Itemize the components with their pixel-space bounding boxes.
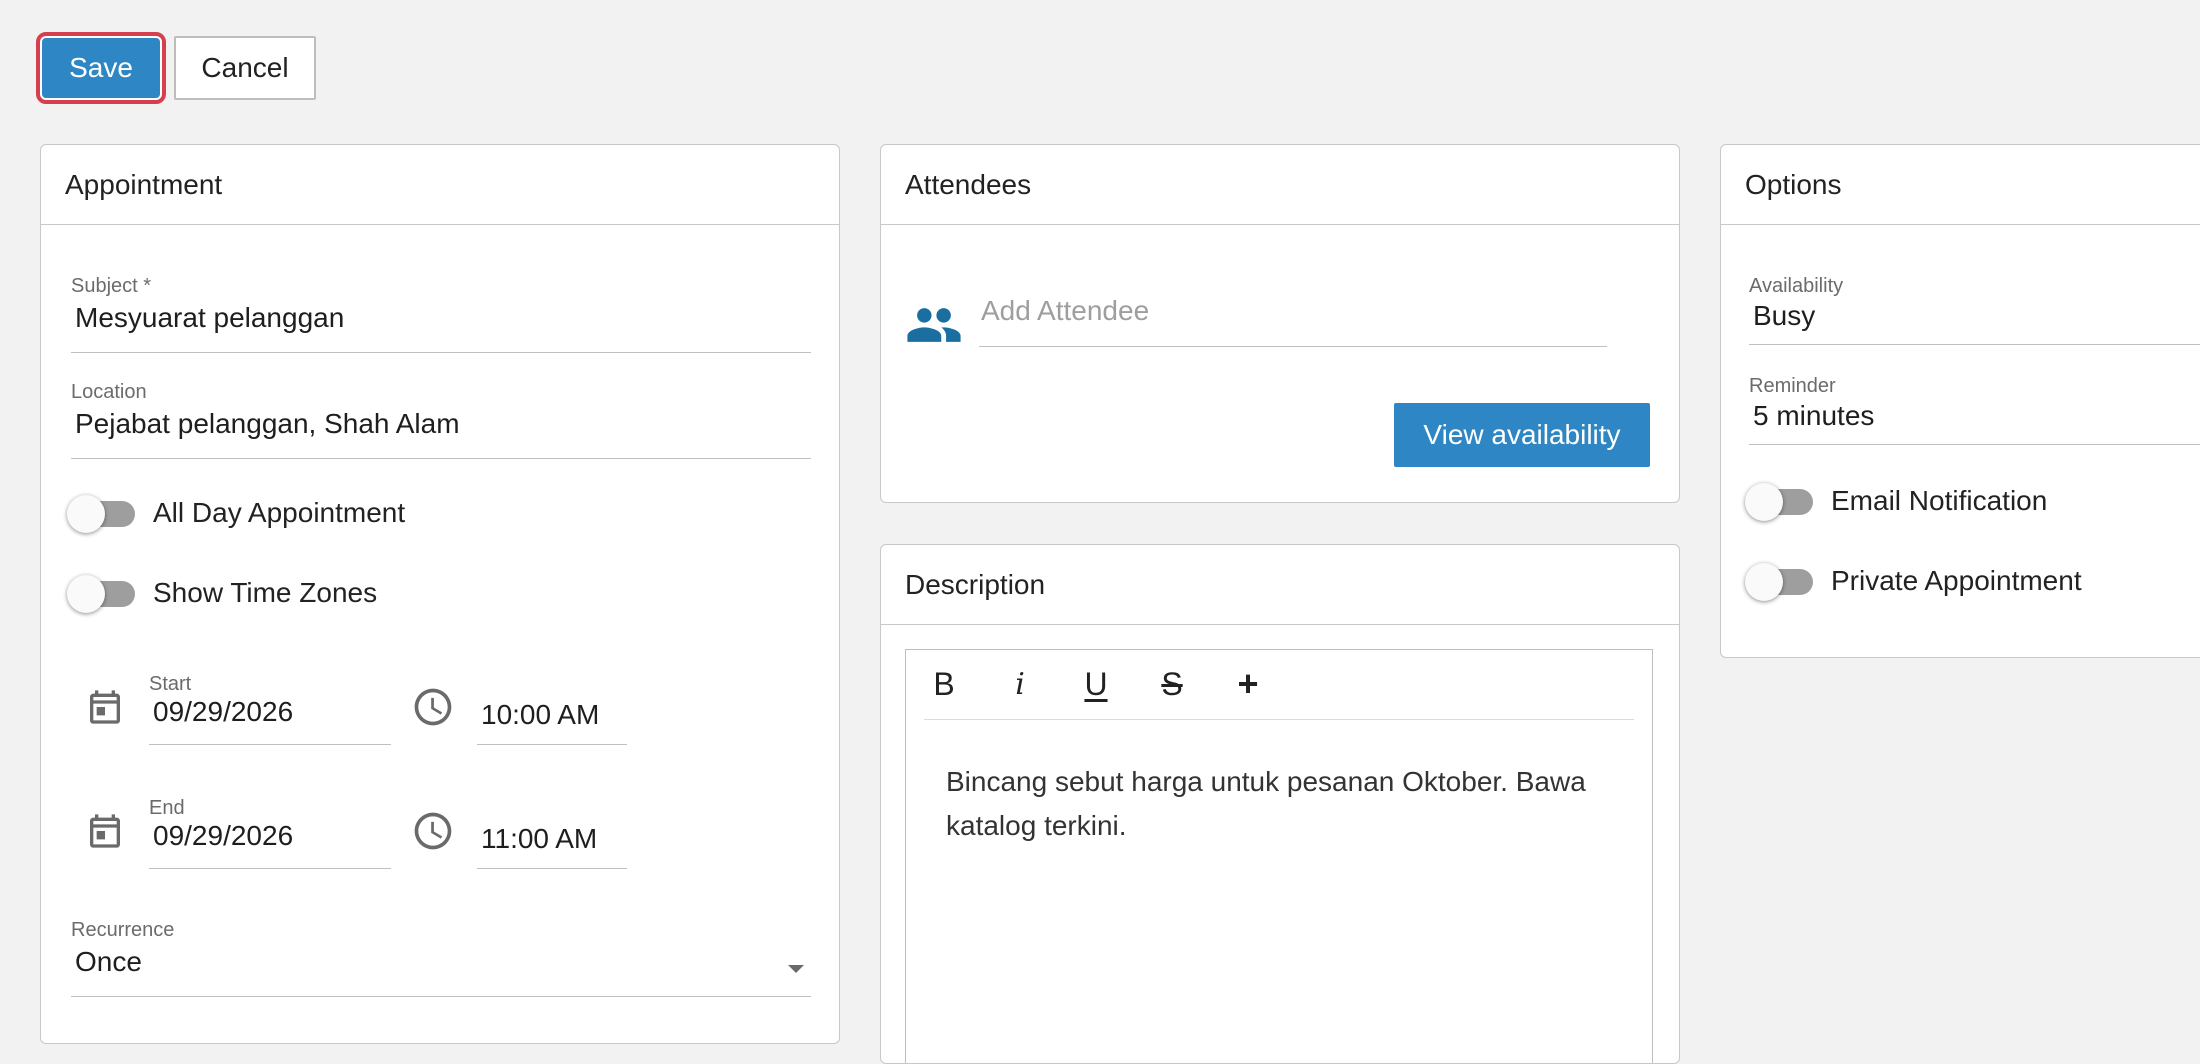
- email-notification-label: Email Notification: [1831, 485, 2048, 516]
- recurrence-select[interactable]: Recurrence Once: [71, 919, 811, 997]
- all-day-toggle[interactable]: [67, 495, 135, 533]
- strikethrough-button[interactable]: S: [1152, 664, 1192, 704]
- description-panel-title: Description: [881, 545, 1679, 625]
- email-notification-toggle[interactable]: [1745, 483, 1813, 521]
- location-label: Location: [71, 381, 147, 403]
- add-attendee-input[interactable]: Add Attendee: [979, 295, 1607, 327]
- private-appointment-toggle[interactable]: [1745, 563, 1813, 601]
- description-text[interactable]: Bincang sebut harga untuk pesanan Oktobe…: [946, 760, 1626, 848]
- private-appointment-toggle-row: Private Appointment: [1745, 563, 2082, 601]
- subject-label: Subject *: [71, 275, 152, 297]
- start-time-field[interactable]: 10:00 AM: [477, 673, 627, 745]
- italic-button[interactable]: i: [1000, 664, 1040, 704]
- availability-label: Availability: [1749, 275, 1844, 297]
- italic-icon: i: [1015, 666, 1025, 702]
- underline-button[interactable]: U: [1076, 664, 1116, 704]
- editor-toolbar: B i U S +: [924, 650, 1634, 720]
- bold-icon: B: [933, 665, 955, 702]
- end-label: End: [149, 797, 185, 819]
- strikethrough-icon: S: [1161, 665, 1183, 702]
- start-time-input[interactable]: 10:00 AM: [477, 699, 627, 731]
- subject-field[interactable]: Subject * Mesyuarat pelanggan: [71, 275, 811, 353]
- rich-text-editor[interactable]: B i U S + Bincang sebut harga untuk pesa…: [905, 649, 1653, 1063]
- bold-button[interactable]: B: [924, 664, 964, 704]
- recurrence-value: Once: [75, 946, 142, 977]
- description-panel: Description B i U S + Bincang sebut harg…: [880, 544, 1680, 1064]
- reminder-value: 5 minutes: [1753, 400, 1875, 431]
- subject-input[interactable]: Mesyuarat pelanggan: [71, 302, 811, 334]
- plus-icon: +: [1237, 663, 1259, 704]
- start-label: Start: [149, 673, 192, 695]
- appointment-panel: Appointment Subject * Mesyuarat pelangga…: [40, 144, 840, 1044]
- end-date-input[interactable]: 09/29/2026: [149, 820, 391, 852]
- cancel-button[interactable]: Cancel: [174, 36, 316, 100]
- more-options-button[interactable]: +: [1228, 663, 1268, 704]
- all-day-toggle-row: All Day Appointment: [67, 495, 406, 533]
- form-toolbar: Save Cancel: [36, 32, 316, 104]
- all-day-label: All Day Appointment: [153, 497, 406, 528]
- reminder-label: Reminder: [1749, 375, 1836, 397]
- start-date-input[interactable]: 09/29/2026: [149, 696, 391, 728]
- options-panel-title: Options: [1721, 145, 2200, 225]
- availability-value: Busy: [1753, 300, 1816, 331]
- options-panel: Options Availability Busy Reminder 5 min…: [1720, 144, 2200, 658]
- availability-select[interactable]: Availability Busy: [1749, 275, 2200, 345]
- attendees-panel-title: Attendees: [881, 145, 1679, 225]
- underline-icon: U: [1084, 665, 1108, 702]
- email-notification-toggle-row: Email Notification: [1745, 483, 2048, 521]
- calendar-icon[interactable]: [85, 809, 125, 853]
- time-zones-toggle-row: Show Time Zones: [67, 575, 378, 613]
- appointment-panel-title: Appointment: [41, 145, 839, 225]
- reminder-select[interactable]: Reminder 5 minutes: [1749, 375, 2200, 445]
- time-zones-label: Show Time Zones: [153, 577, 378, 608]
- recurrence-label: Recurrence: [71, 919, 175, 941]
- location-input[interactable]: Pejabat pelanggan, Shah Alam: [71, 408, 811, 440]
- attendees-panel: Attendees Add Attendee View availability: [880, 144, 1680, 503]
- end-time-input[interactable]: 11:00 AM: [477, 823, 627, 855]
- private-appointment-label: Private Appointment: [1831, 565, 2082, 596]
- view-availability-button[interactable]: View availability: [1394, 403, 1650, 467]
- add-attendee-field[interactable]: Add Attendee: [979, 295, 1607, 347]
- end-date-field[interactable]: End 09/29/2026: [149, 797, 391, 869]
- time-zones-toggle[interactable]: [67, 575, 135, 613]
- calendar-icon[interactable]: [85, 685, 125, 729]
- end-time-field[interactable]: 11:00 AM: [477, 797, 627, 869]
- clock-icon[interactable]: [411, 685, 455, 729]
- save-button[interactable]: Save: [36, 32, 166, 104]
- clock-icon[interactable]: [411, 809, 455, 853]
- location-field[interactable]: Location Pejabat pelanggan, Shah Alam: [71, 381, 811, 459]
- people-icon: [907, 308, 961, 342]
- chevron-down-icon[interactable]: [787, 963, 805, 975]
- start-date-field[interactable]: Start 09/29/2026: [149, 673, 391, 745]
